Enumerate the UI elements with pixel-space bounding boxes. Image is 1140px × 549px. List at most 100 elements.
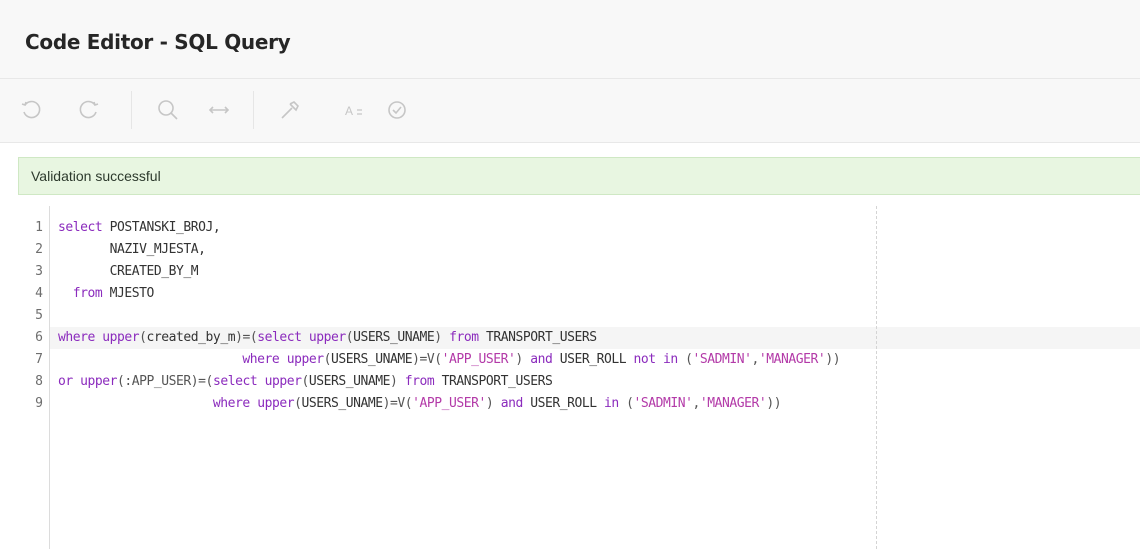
code-token: from <box>404 374 442 389</box>
code-token: TRANSPORT_USERS <box>441 374 553 389</box>
line-number-gutter: 1 2 3 4 5 6 7 8 9 <box>0 206 50 549</box>
code-token: 'APP_USER' <box>441 352 516 367</box>
code-token: select <box>257 330 309 345</box>
redo-button[interactable] <box>75 96 103 124</box>
check-circle-icon <box>388 101 406 119</box>
code-line: or upper(:APP_USER)=(select upper(USERS_… <box>58 371 553 393</box>
hammer-icon <box>281 101 299 119</box>
code-token: where <box>58 330 103 345</box>
page-header: Code Editor - SQL Query <box>0 0 1140 79</box>
query-builder-button[interactable] <box>276 96 304 124</box>
code-token: ( <box>139 330 147 345</box>
code-token: USERS_UNAME <box>330 352 413 367</box>
code-token: 'SADMIN' <box>692 352 752 367</box>
line-number: 4 <box>35 286 43 301</box>
line-number: 1 <box>35 220 43 235</box>
code-token: in <box>603 396 627 411</box>
page-title: Code Editor - SQL Query <box>25 30 291 54</box>
code-line: CREATED_BY_M <box>58 261 199 283</box>
code-token: , <box>751 352 760 367</box>
code-line: where upper(USERS_UNAME)=V('APP_USER') a… <box>58 349 840 371</box>
code-line: where upper(created_by_m)=(select upper(… <box>58 327 597 349</box>
validation-message-text: Validation successful <box>31 168 161 184</box>
find-button[interactable] <box>154 96 182 124</box>
code-token: from <box>72 286 110 301</box>
toolbar-divider <box>253 91 254 129</box>
code-token: upper <box>308 330 346 345</box>
autocomplete-button[interactable]: A <box>340 96 374 124</box>
line-number: 5 <box>35 308 43 323</box>
code-token: )=( <box>235 330 258 345</box>
code-token: USER_ROLL <box>559 352 634 367</box>
code-token: 'APP_USER' <box>412 396 486 411</box>
text-autocomplete-icon: A <box>345 104 362 118</box>
validation-message: Validation successful <box>18 157 1140 195</box>
arrows-horizontal-icon <box>208 106 230 114</box>
code-token: USERS_UNAME <box>301 396 383 411</box>
code-token: NAZIV_MJESTA, <box>58 242 206 257</box>
code-token: select <box>58 220 110 235</box>
code-editor[interactable]: 1 2 3 4 5 6 7 8 9 select POSTANSKI_BROJ, NAZIV_M… <box>0 206 1140 549</box>
search-icon <box>158 100 178 120</box>
editor-toolbar: A <box>0 79 1140 143</box>
code-token: ) <box>390 374 405 389</box>
code-token: created_by_m <box>146 330 236 345</box>
code-token: )=V( <box>412 352 442 367</box>
code-token: )) <box>825 352 841 367</box>
svg-text:A: A <box>345 104 353 118</box>
code-token: from <box>449 330 486 345</box>
code-token: upper <box>80 374 118 389</box>
code-token: 'MANAGER' <box>758 352 826 367</box>
code-token: MJESTO <box>109 286 155 301</box>
line-number: 6 <box>35 330 43 345</box>
code-token: USERS_UNAME <box>353 330 435 345</box>
validate-button[interactable] <box>383 96 411 124</box>
line-number: 8 <box>35 374 43 389</box>
code-token: upper <box>257 396 295 411</box>
code-token: USERS_UNAME <box>308 374 391 389</box>
code-token: select <box>212 374 265 389</box>
redo-icon <box>79 100 99 119</box>
code-token: not in <box>633 352 686 367</box>
code-token: (:APP_USER)=( <box>117 374 213 389</box>
code-token: ) <box>485 396 501 411</box>
code-token: , <box>692 396 701 411</box>
code-token: POSTANSKI_BROJ, <box>109 220 221 235</box>
line-number: 7 <box>35 352 43 367</box>
code-token: where <box>212 396 258 411</box>
replace-button[interactable] <box>205 96 233 124</box>
code-token: or <box>58 374 81 389</box>
code-token: 'MANAGER' <box>699 396 767 411</box>
code-token: CREATED_BY_M <box>58 264 199 279</box>
code-token: ( <box>626 396 634 411</box>
code-line: from MJESTO <box>58 283 155 305</box>
code-line: NAZIV_MJESTA, <box>58 239 206 261</box>
code-token: 'SADMIN' <box>633 396 693 411</box>
line-number: 9 <box>35 396 43 411</box>
code-token: upper <box>286 352 324 367</box>
code-token: where <box>242 352 287 367</box>
code-token: and <box>530 352 560 367</box>
code-token: ( <box>323 352 332 367</box>
code-token: upper <box>264 374 302 389</box>
code-token: upper <box>102 330 140 345</box>
toolbar-divider <box>131 91 132 129</box>
undo-icon <box>21 100 41 119</box>
print-margin <box>876 206 877 549</box>
code-token: and <box>500 396 531 411</box>
code-token: ( <box>301 374 309 389</box>
code-token: )=V( <box>382 396 413 411</box>
code-token: TRANSPORT_USERS <box>485 330 597 345</box>
undo-button[interactable] <box>17 96 45 124</box>
line-number: 2 <box>35 242 43 257</box>
code-token: )) <box>766 396 782 411</box>
code-token: ( <box>685 352 693 367</box>
code-token: USER_ROLL <box>530 396 604 411</box>
code-line: select POSTANSKI_BROJ, <box>58 217 221 239</box>
code-token: ) <box>434 330 450 345</box>
code-token: ) <box>515 352 531 367</box>
line-number: 3 <box>35 264 43 279</box>
